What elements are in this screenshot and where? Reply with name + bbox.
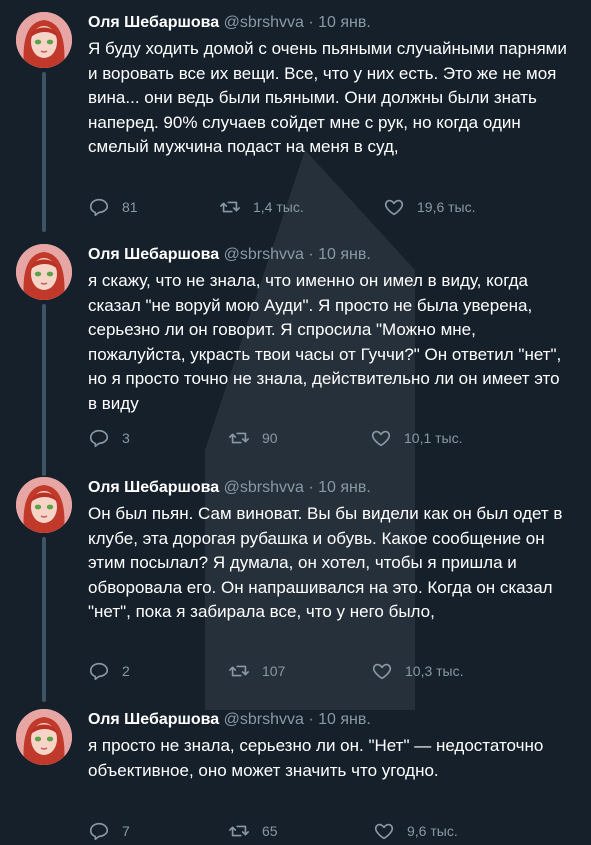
user-handle[interactable]: @sbrshvva (224, 711, 304, 728)
retweet-button[interactable]: 1,4 тыс. (219, 196, 304, 218)
reply-count: 7 (122, 823, 130, 839)
user-handle[interactable]: @sbrshvva (224, 246, 304, 263)
user-name[interactable]: Оля Шебаршова (88, 246, 219, 263)
retweet-button[interactable]: 90 (228, 427, 278, 449)
reply-count: 81 (122, 199, 138, 215)
tweet-actions: 7 65 9,6 тыс. (88, 820, 548, 842)
tweet-text: Он был пьян. Сам виноват. Вы бы видели к… (88, 504, 563, 621)
tweet-header: Оля Шебаршова @sbrshvva · 10 янв. (88, 12, 568, 34)
reply-button[interactable]: 7 (88, 820, 130, 842)
like-button[interactable]: 10,1 тыс. (370, 427, 463, 449)
like-count: 19,6 тыс. (417, 199, 476, 215)
like-button[interactable]: 10,3 тыс. (371, 660, 464, 682)
tweet-text: я просто не знала, серьезно ли он. "Нет"… (88, 736, 544, 780)
retweet-icon (229, 665, 249, 677)
like-icon (371, 430, 391, 447)
retweet-button[interactable]: 65 (228, 820, 278, 842)
retweet-count: 1,4 тыс. (253, 199, 304, 215)
avatar[interactable] (16, 477, 72, 533)
avatar[interactable] (16, 12, 72, 68)
tweet-date[interactable]: 10 янв. (318, 246, 371, 263)
tweet-date[interactable]: 10 янв. (318, 14, 371, 31)
retweet-count: 90 (262, 430, 278, 446)
retweet-count: 65 (262, 823, 278, 839)
reply-count: 3 (122, 430, 130, 446)
separator: · (308, 246, 314, 263)
reply-icon (89, 822, 109, 841)
like-count: 10,1 тыс. (404, 430, 463, 446)
tweet-header: Оля Шебаршова @sbrshvva · 10 янв. (88, 244, 568, 266)
like-icon (372, 663, 392, 680)
retweet-icon (229, 432, 249, 444)
like-button[interactable]: 9,6 тыс. (373, 820, 458, 842)
tweet-date[interactable]: 10 янв. (318, 711, 371, 728)
reply-icon (89, 198, 109, 217)
thread-line (42, 72, 46, 232)
reply-icon (89, 662, 109, 681)
avatar[interactable] (16, 709, 72, 765)
like-icon (374, 823, 394, 840)
separator: · (308, 14, 314, 31)
retweet-icon (220, 201, 240, 213)
user-name[interactable]: Оля Шебаршова (88, 14, 219, 31)
like-icon (384, 199, 404, 216)
retweet-button[interactable]: 107 (228, 660, 285, 682)
avatar[interactable] (16, 244, 72, 300)
reply-icon (89, 429, 109, 448)
user-handle[interactable]: @sbrshvva (224, 479, 304, 496)
tweet-text: я скажу, что не знала, что именно он име… (88, 271, 562, 413)
tweet-actions: 3 90 10,1 тыс. (88, 427, 548, 449)
user-handle[interactable]: @sbrshvva (224, 14, 304, 31)
retweet-icon (229, 825, 249, 837)
user-name[interactable]: Оля Шебаршова (88, 479, 219, 496)
reply-button[interactable]: 2 (88, 660, 130, 682)
retweet-count: 107 (262, 663, 286, 679)
thread-line (42, 537, 46, 702)
separator: · (308, 711, 314, 728)
reply-count: 2 (122, 663, 130, 679)
tweet-date[interactable]: 10 янв. (318, 479, 371, 496)
reply-button[interactable]: 81 (88, 196, 138, 218)
separator: · (308, 479, 314, 496)
user-name[interactable]: Оля Шебаршова (88, 711, 219, 728)
tweet-text: Я буду ходить домой с очень пьяными случ… (88, 39, 567, 156)
tweet-header: Оля Шебаршова @sbrshvva · 10 янв. (88, 709, 568, 731)
tweet-actions: 2 107 10,3 тыс. (88, 660, 548, 682)
like-count: 10,3 тыс. (405, 663, 464, 679)
tweet-header: Оля Шебаршова @sbrshvva · 10 янв. (88, 477, 568, 499)
reply-button[interactable]: 3 (88, 427, 130, 449)
like-button[interactable]: 19,6 тыс. (383, 196, 476, 218)
like-count: 9,6 тыс. (407, 823, 458, 839)
tweet-actions: 81 1,4 тыс. 19,6 тыс. (88, 196, 548, 218)
thread-line (42, 304, 46, 476)
